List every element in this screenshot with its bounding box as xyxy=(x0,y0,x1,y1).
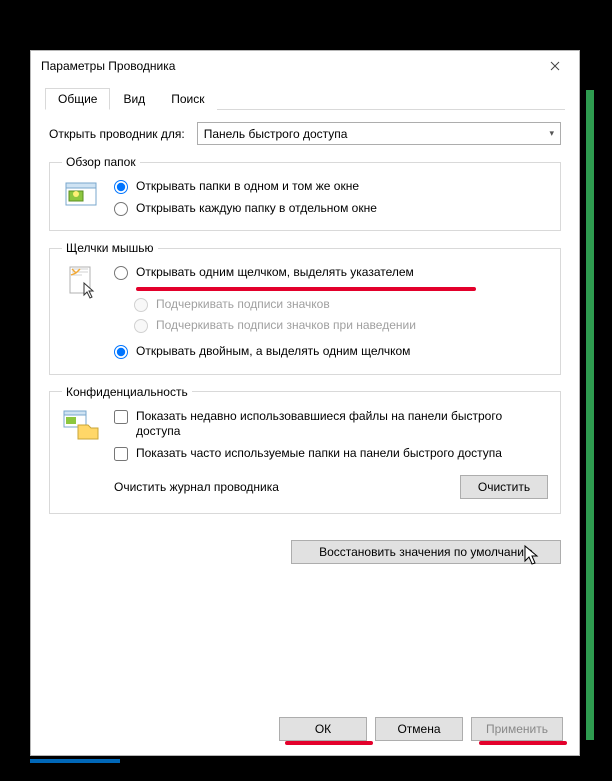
tab-strip: Общие Вид Поиск xyxy=(45,87,565,110)
click-pointer-icon xyxy=(62,265,102,301)
close-button[interactable] xyxy=(537,53,573,79)
dialog-footer: ОК Отмена Применить xyxy=(279,717,563,741)
group-privacy: Конфиденциальность Показать не xyxy=(49,385,561,515)
tab-view[interactable]: Вид xyxy=(110,88,158,110)
cancel-button[interactable]: Отмена xyxy=(375,717,463,741)
open-for-label: Открыть проводник для: xyxy=(49,127,185,141)
apply-button[interactable]: Применить xyxy=(471,717,563,741)
radio-same-window-label: Открывать папки в одном и том же окне xyxy=(136,179,359,195)
restore-defaults-button[interactable]: Восстановить значения по умолчанию xyxy=(291,540,561,564)
radio-underline-hover-label: Подчеркивать подписи значков при наведен… xyxy=(156,318,416,334)
radio-new-window[interactable] xyxy=(114,202,128,216)
check-frequent-folders-label: Показать часто используемые папки на пан… xyxy=(136,446,502,462)
group-privacy-legend: Конфиденциальность xyxy=(62,385,192,399)
privacy-folders-icon xyxy=(62,409,102,445)
radio-double-click[interactable] xyxy=(114,345,128,359)
annotation-underline-apply xyxy=(479,741,567,745)
radio-single-click-label: Открывать одним щелчком, выделять указат… xyxy=(136,265,414,281)
radio-single-click[interactable] xyxy=(114,266,128,280)
radio-new-window-label: Открывать каждую папку в отдельном окне xyxy=(136,201,377,217)
annotation-underline-ok xyxy=(285,741,373,745)
titlebar: Параметры Проводника xyxy=(31,51,579,81)
radio-same-window[interactable] xyxy=(114,180,128,194)
chevron-down-icon: ▾ xyxy=(549,128,554,139)
clear-history-label: Очистить журнал проводника xyxy=(114,480,279,494)
tab-search[interactable]: Поиск xyxy=(158,88,217,110)
ok-button[interactable]: ОК xyxy=(279,717,367,741)
clear-button[interactable]: Очистить xyxy=(460,475,548,499)
radio-underline-hover xyxy=(134,319,148,333)
check-recent-files[interactable] xyxy=(114,410,128,424)
check-recent-files-label: Показать недавно использовавшиеся файлы … xyxy=(136,409,548,440)
radio-underline-always-label: Подчеркивать подписи значков xyxy=(156,297,330,313)
open-for-combo[interactable]: Панель быстрого доступа ▾ xyxy=(197,122,561,145)
tab-general[interactable]: Общие xyxy=(45,88,110,110)
annotation-underline-single-click xyxy=(136,287,476,291)
group-click-legend: Щелчки мышью xyxy=(62,241,158,255)
tab-panel-general: Открыть проводник для: Панель быстрого д… xyxy=(45,110,565,564)
radio-underline-always xyxy=(134,298,148,312)
dialog-title: Параметры Проводника xyxy=(41,59,175,73)
dialog-explorer-options: Параметры Проводника Общие Вид Поиск Отк… xyxy=(30,50,580,756)
group-click-items: Щелчки мышью Открывать одним щ xyxy=(49,241,561,374)
open-for-value: Панель быстрого доступа xyxy=(204,127,348,141)
group-browse-legend: Обзор папок xyxy=(62,155,140,169)
check-frequent-folders[interactable] xyxy=(114,447,128,461)
radio-double-click-label: Открывать двойным, а выделять одним щелч… xyxy=(136,344,410,360)
group-browse-folders: Обзор папок Открывать папки в xyxy=(49,155,561,231)
folder-window-icon xyxy=(62,179,102,215)
